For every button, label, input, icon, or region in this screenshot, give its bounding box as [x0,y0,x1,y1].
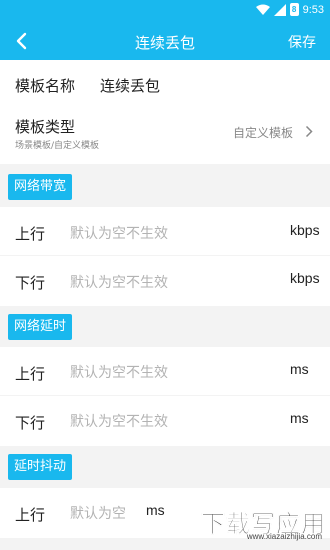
bandwidth-uplink-row[interactable]: 上行 默认为空不生效 kbps [0,207,330,255]
status-bar: 8 9:53 [0,0,330,22]
battery-level: 8 [291,5,297,14]
watermark-logo: 下载写应用 www.xiazaizhijia.com [198,504,328,546]
template-name-label: 模板名称 [15,77,76,95]
status-time: 9:53 [302,3,324,16]
template-type-label: 模板类型 [15,118,76,136]
chevron-right-icon [305,125,313,138]
status-icons: 8 9:53 [255,3,324,16]
page-title: 连续丢包 [134,34,195,52]
save-button[interactable]: 保存 [288,32,316,52]
template-type-row[interactable]: 模板类型 场景模板/自定义模板 自定义模板 [0,108,330,164]
bandwidth-downlink-row[interactable]: 下行 默认为空不生效 kbps [0,256,330,306]
bandwidth-downlink-unit: kbps [290,270,320,286]
jitter-uplink-label: 上行 [15,506,46,524]
bandwidth-downlink-label: 下行 [15,274,46,292]
delay-downlink-input[interactable]: 默认为空不生效 [70,411,168,431]
delay-uplink-label: 上行 [15,365,46,383]
delay-uplink-row[interactable]: 上行 默认为空不生效 ms [0,347,330,395]
wifi-icon [255,4,270,15]
delay-uplink-input[interactable]: 默认为空不生效 [70,362,168,382]
delay-downlink-label: 下行 [15,414,46,432]
bandwidth-downlink-input[interactable]: 默认为空不生效 [70,272,168,292]
signal-icon [273,3,286,16]
jitter-uplink-unit: ms [146,502,165,518]
bandwidth-uplink-label: 上行 [15,225,46,243]
battery-icon: 8 [289,3,299,16]
section-header-delay: 网络延时 [8,314,73,340]
delay-downlink-row[interactable]: 下行 默认为空不生效 ms [0,396,330,446]
section-header-bandwidth: 网络带宽 [8,174,73,200]
template-type-value: 自定义模板 [233,126,294,140]
section-header-jitter: 延时抖动 [8,454,73,480]
bandwidth-uplink-unit: kbps [290,222,320,238]
jitter-uplink-input[interactable]: 默认为空 [70,503,126,523]
delay-uplink-unit: ms [290,361,309,377]
template-type-subtitle: 场景模板/自定义模板 [15,141,100,151]
template-name-value[interactable]: 连续丢包 [100,75,160,96]
template-name-row[interactable]: 模板名称 连续丢包 [0,60,330,108]
watermark-url: www.xiazaizhijia.com [246,532,322,541]
bandwidth-uplink-input[interactable]: 默认为空不生效 [70,223,168,243]
app-bar: 连续丢包 保存 [0,22,330,60]
delay-downlink-unit: ms [290,410,309,426]
